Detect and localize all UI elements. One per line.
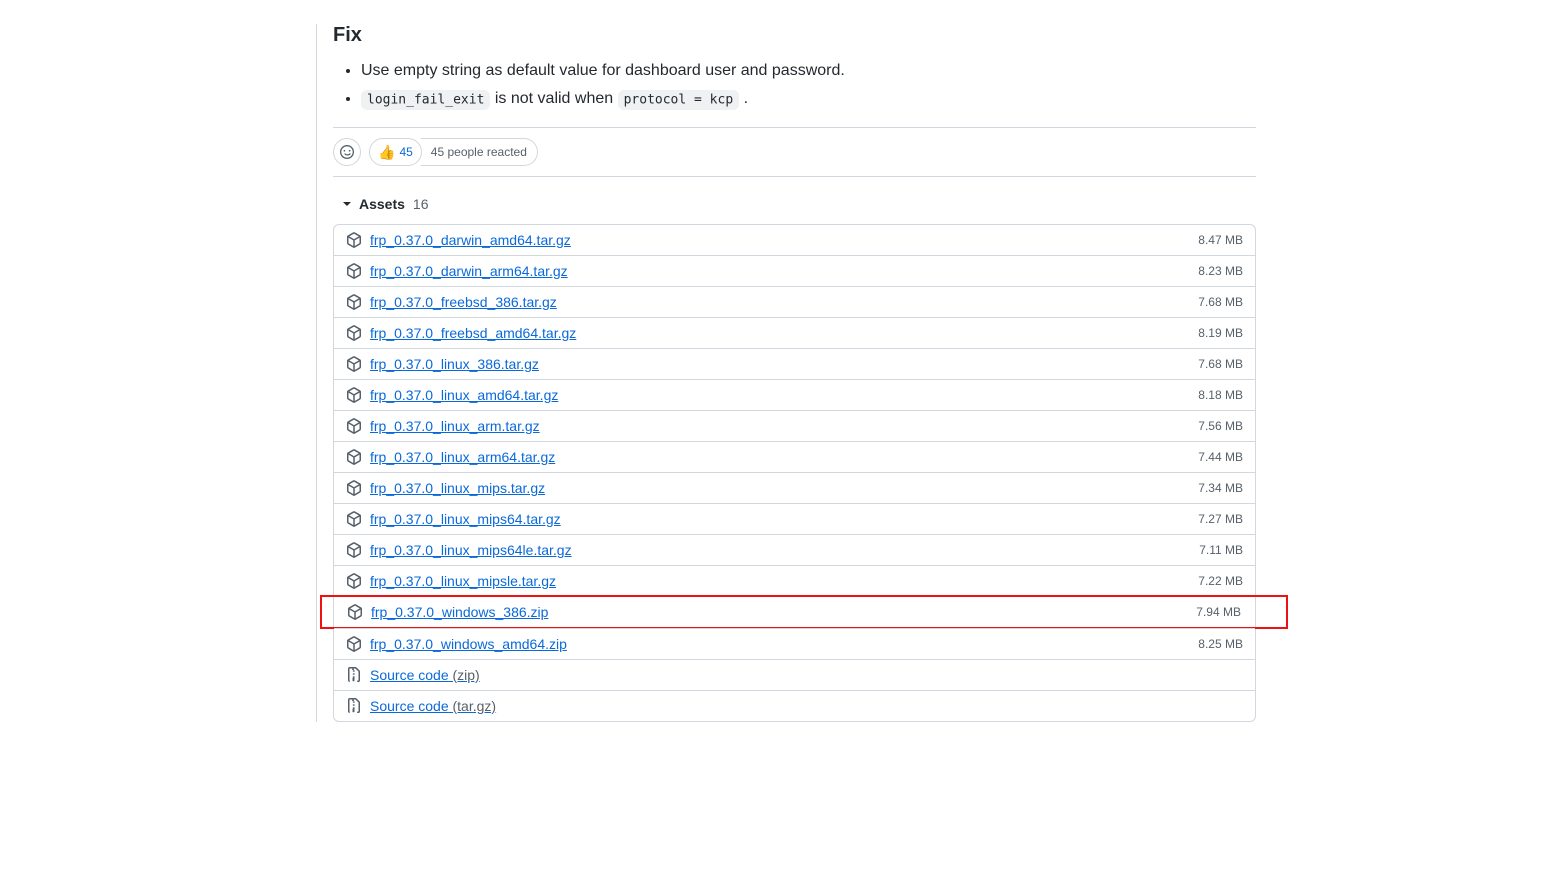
assets-count: 16 bbox=[413, 196, 429, 212]
thumbs-up-reaction-button[interactable]: 👍 45 bbox=[369, 138, 422, 166]
fix-item: login_fail_exit is not valid when protoc… bbox=[361, 87, 1256, 111]
asset-row: frp_0.37.0_linux_amd64.tar.gz8.18 MB bbox=[334, 379, 1255, 410]
asset-link[interactable]: frp_0.37.0_linux_arm.tar.gz bbox=[370, 418, 1198, 434]
package-icon bbox=[346, 232, 362, 248]
reacted-summary: 45 people reacted bbox=[421, 138, 538, 166]
file-zip-icon bbox=[346, 698, 362, 714]
asset-size: 7.11 MB bbox=[1199, 543, 1243, 557]
asset-row: frp_0.37.0_windows_amd64.zip8.25 MB bbox=[334, 628, 1255, 659]
asset-ext: (tar.gz) bbox=[449, 698, 496, 714]
asset-link[interactable]: frp_0.37.0_linux_386.tar.gz bbox=[370, 356, 1198, 372]
asset-row: frp_0.37.0_darwin_arm64.tar.gz8.23 MB bbox=[334, 255, 1255, 286]
package-icon bbox=[347, 604, 363, 620]
asset-size: 7.27 MB bbox=[1198, 512, 1243, 526]
add-reaction-button[interactable] bbox=[333, 138, 361, 166]
asset-link[interactable]: frp_0.37.0_freebsd_amd64.tar.gz bbox=[370, 325, 1198, 341]
code-snippet: login_fail_exit bbox=[361, 90, 490, 110]
smiley-icon bbox=[340, 144, 354, 160]
asset-link[interactable]: frp_0.37.0_darwin_amd64.tar.gz bbox=[370, 232, 1198, 248]
package-icon bbox=[346, 325, 362, 341]
fix-item-text: is not valid when bbox=[490, 90, 617, 107]
asset-link[interactable]: frp_0.37.0_linux_amd64.tar.gz bbox=[370, 387, 1198, 403]
asset-link[interactable]: frp_0.37.0_linux_mips64.tar.gz bbox=[370, 511, 1198, 527]
asset-row: frp_0.37.0_linux_mipsle.tar.gz7.22 MB bbox=[334, 565, 1255, 596]
asset-link[interactable]: Source code (zip) bbox=[370, 667, 1243, 683]
package-icon bbox=[346, 294, 362, 310]
package-icon bbox=[346, 480, 362, 496]
assets-toggle[interactable]: Assets 16 bbox=[333, 196, 433, 224]
asset-size: 7.34 MB bbox=[1198, 481, 1243, 495]
asset-row: frp_0.37.0_linux_arm.tar.gz7.56 MB bbox=[334, 410, 1255, 441]
asset-row: Source code (tar.gz) bbox=[334, 690, 1255, 721]
package-icon bbox=[346, 573, 362, 589]
asset-size: 7.94 MB bbox=[1196, 605, 1241, 619]
fix-item: Use empty string as default value for da… bbox=[361, 59, 1256, 83]
package-icon bbox=[346, 636, 362, 652]
asset-size: 8.19 MB bbox=[1198, 326, 1243, 340]
file-zip-icon bbox=[346, 667, 362, 683]
package-icon bbox=[346, 263, 362, 279]
asset-link[interactable]: frp_0.37.0_darwin_arm64.tar.gz bbox=[370, 263, 1198, 279]
asset-link[interactable]: frp_0.37.0_windows_amd64.zip bbox=[370, 636, 1198, 652]
asset-size: 8.18 MB bbox=[1198, 388, 1243, 402]
assets-label: Assets bbox=[359, 196, 405, 212]
asset-link[interactable]: Source code (tar.gz) bbox=[370, 698, 1243, 714]
asset-row: frp_0.37.0_windows_386.zip7.94 MB bbox=[320, 595, 1288, 629]
caret-down-icon bbox=[343, 202, 351, 206]
fix-item-text: Use empty string as default value for da… bbox=[361, 62, 845, 79]
package-icon bbox=[346, 356, 362, 372]
asset-link[interactable]: frp_0.37.0_linux_mips64le.tar.gz bbox=[370, 542, 1199, 558]
package-icon bbox=[346, 387, 362, 403]
code-snippet: protocol = kcp bbox=[618, 90, 740, 110]
package-icon bbox=[346, 418, 362, 434]
asset-row: frp_0.37.0_linux_arm64.tar.gz7.44 MB bbox=[334, 441, 1255, 472]
assets-list: frp_0.37.0_darwin_amd64.tar.gz8.47 MBfrp… bbox=[333, 224, 1256, 722]
package-icon bbox=[346, 511, 362, 527]
asset-row: Source code (zip) bbox=[334, 659, 1255, 690]
asset-ext: (zip) bbox=[449, 667, 480, 683]
asset-row: frp_0.37.0_linux_mips64.tar.gz7.27 MB bbox=[334, 503, 1255, 534]
fix-list: Use empty string as default value for da… bbox=[333, 59, 1256, 111]
asset-link[interactable]: frp_0.37.0_freebsd_386.tar.gz bbox=[370, 294, 1198, 310]
asset-row: frp_0.37.0_freebsd_386.tar.gz7.68 MB bbox=[334, 286, 1255, 317]
asset-size: 8.47 MB bbox=[1198, 233, 1243, 247]
asset-row: frp_0.37.0_linux_mips64le.tar.gz7.11 MB bbox=[334, 534, 1255, 565]
asset-size: 7.56 MB bbox=[1198, 419, 1243, 433]
asset-link[interactable]: frp_0.37.0_windows_386.zip bbox=[371, 604, 1196, 620]
asset-size: 7.68 MB bbox=[1198, 357, 1243, 371]
fix-item-text: . bbox=[739, 90, 748, 107]
fix-heading: Fix bbox=[333, 24, 1256, 47]
reactions-bar: 👍 45 45 people reacted bbox=[333, 127, 1256, 166]
asset-link[interactable]: frp_0.37.0_linux_mips.tar.gz bbox=[370, 480, 1198, 496]
thumbs-up-icon: 👍 bbox=[378, 144, 395, 161]
asset-size: 8.25 MB bbox=[1198, 637, 1243, 651]
asset-size: 7.68 MB bbox=[1198, 295, 1243, 309]
asset-row: frp_0.37.0_freebsd_amd64.tar.gz8.19 MB bbox=[334, 317, 1255, 348]
package-icon bbox=[346, 449, 362, 465]
asset-row: frp_0.37.0_linux_386.tar.gz7.68 MB bbox=[334, 348, 1255, 379]
asset-link[interactable]: frp_0.37.0_linux_mipsle.tar.gz bbox=[370, 573, 1198, 589]
thumbs-up-count: 45 bbox=[399, 145, 412, 159]
asset-size: 7.44 MB bbox=[1198, 450, 1243, 464]
package-icon bbox=[346, 542, 362, 558]
asset-row: frp_0.37.0_linux_mips.tar.gz7.34 MB bbox=[334, 472, 1255, 503]
asset-size: 7.22 MB bbox=[1198, 574, 1243, 588]
asset-size: 8.23 MB bbox=[1198, 264, 1243, 278]
asset-row: frp_0.37.0_darwin_amd64.tar.gz8.47 MB bbox=[334, 225, 1255, 255]
asset-link[interactable]: frp_0.37.0_linux_arm64.tar.gz bbox=[370, 449, 1198, 465]
